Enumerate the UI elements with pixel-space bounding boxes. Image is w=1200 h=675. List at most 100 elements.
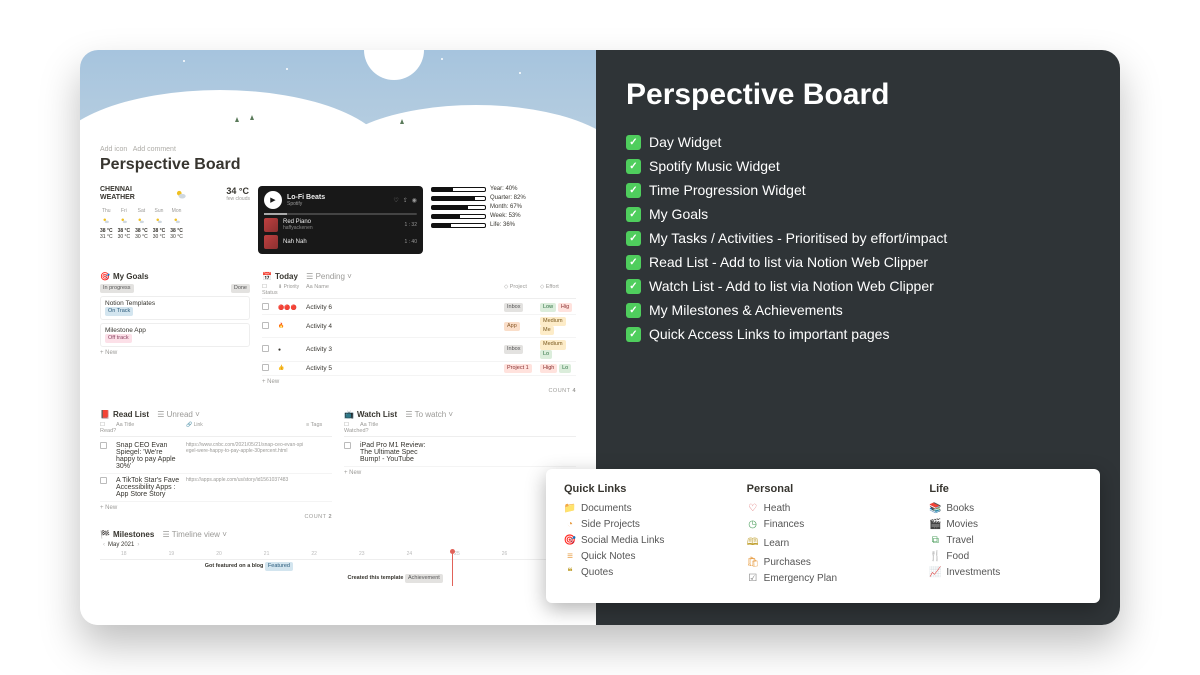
promo-heading: Perspective Board bbox=[626, 78, 1090, 112]
feature-item: ✓Time Progression Widget bbox=[626, 182, 1090, 198]
quicklinks-heading: Life bbox=[929, 483, 1082, 495]
link-icon: ◔ bbox=[564, 519, 576, 530]
feature-item: ✓Quick Access Links to important pages bbox=[626, 326, 1090, 342]
link-icon: 🕮 bbox=[747, 535, 759, 552]
quicklink-item[interactable]: ♡ Heath bbox=[747, 503, 900, 514]
today-marker bbox=[452, 552, 453, 586]
weather-day: Fri 38 °C30 °C bbox=[118, 208, 131, 240]
check-icon: ✓ bbox=[626, 303, 641, 318]
goals-list: Notion Templates On Track Milestone App … bbox=[100, 296, 250, 347]
goal-card[interactable]: Milestone App Off track bbox=[100, 323, 250, 347]
spotify-widget[interactable]: ▶ Lo-Fi Beats Spotify ♡ ⇪ ◉ Red bbox=[258, 186, 423, 254]
add-read[interactable]: + New bbox=[100, 505, 332, 511]
table-row[interactable]: 🔥 Activity 4 App Medium Me bbox=[262, 315, 576, 338]
quicklink-item[interactable]: ◔ Side Projects bbox=[564, 519, 717, 530]
link-icon: 🎬 bbox=[929, 519, 941, 530]
weather-day: Mon 38 °C30 °C bbox=[170, 208, 183, 240]
link-icon: ♡ bbox=[747, 503, 759, 514]
progress-row: Quarter: 82% bbox=[431, 195, 576, 201]
timeline-item[interactable]: Got featured on a blog Featured bbox=[205, 562, 293, 571]
quicklinks-popover: Quick Links 📁 Documents ◔ Side Projects … bbox=[546, 469, 1100, 603]
page-title: Perspective Board bbox=[100, 156, 576, 174]
check-icon: ✓ bbox=[626, 255, 641, 270]
add-goal[interactable]: + New bbox=[100, 350, 250, 356]
quicklinks-heading: Quick Links bbox=[564, 483, 717, 495]
progress-row: Year: 40% bbox=[431, 186, 576, 192]
quicklink-item[interactable]: 🎬 Movies bbox=[929, 519, 1082, 530]
check-icon: ✓ bbox=[626, 279, 641, 294]
quicklinks-column: Life 📚 Books 🎬 Movies ⧉ Travel 🍴 Food 📈 … bbox=[929, 483, 1082, 589]
check-icon: ✓ bbox=[626, 159, 641, 174]
table-row[interactable]: A TikTok Star's Fave Accessibility Apps … bbox=[100, 474, 332, 502]
link-icon: ≡ bbox=[564, 551, 576, 562]
book-icon: 📕 bbox=[100, 410, 110, 419]
checkbox[interactable] bbox=[262, 303, 269, 310]
read-list-section: 📕Read List ☰ Unread ˅ ☐ Read? Aa Title 🔗… bbox=[100, 406, 332, 520]
check-icon: ✓ bbox=[626, 327, 641, 342]
quicklink-item[interactable]: ≡ Quick Notes bbox=[564, 551, 717, 562]
checkbox[interactable] bbox=[262, 322, 269, 329]
milestones-section: 🏁Milestones ☰ Timeline view ˅ ‹May 2021›… bbox=[100, 530, 576, 586]
progress-bar[interactable] bbox=[264, 213, 417, 215]
tv-icon: 📺 bbox=[344, 410, 354, 419]
checkbox[interactable] bbox=[262, 345, 269, 352]
feature-item: ✓My Tasks / Activities - Prioritised by … bbox=[626, 230, 1090, 246]
feature-item: ✓My Goals bbox=[626, 206, 1090, 222]
table-row[interactable]: 🔴🔴🔴 Activity 6 Inbox Low Hig bbox=[262, 301, 576, 315]
quicklink-item[interactable]: 📈 Investments bbox=[929, 567, 1082, 578]
quicklink-item[interactable]: 📁 Documents bbox=[564, 503, 717, 514]
play-icon[interactable]: ▶ bbox=[264, 191, 282, 209]
spotify-tracks: Red Pianohaffyackenen 1 : 32 Nah Nah 1 :… bbox=[264, 218, 417, 249]
feature-item: ✓Day Widget bbox=[626, 134, 1090, 150]
quicklink-item[interactable]: ◷ Finances bbox=[747, 519, 900, 530]
quicklink-item[interactable]: ☑ Emergency Plan bbox=[747, 573, 900, 584]
link-icon: 🛍 bbox=[747, 557, 759, 568]
timeline-month[interactable]: ‹May 2021› bbox=[100, 542, 576, 548]
quicklink-item[interactable]: 🛍 Purchases bbox=[747, 557, 900, 568]
table-row[interactable]: Snap CEO Evan Spiegel: 'We're happy to p… bbox=[100, 439, 332, 474]
album-art-icon bbox=[264, 218, 278, 232]
checkbox[interactable] bbox=[100, 477, 107, 484]
feature-item: ✓Read List - Add to list via Notion Web … bbox=[626, 254, 1090, 270]
cover-image bbox=[80, 50, 596, 140]
quicklink-item[interactable]: ⧉ Travel bbox=[929, 535, 1082, 546]
today-section: 📅Today ☰ Pending ˅ ☐ Status ⬇ Priority A… bbox=[262, 268, 576, 394]
timeline-item[interactable]: Created this template Achievement bbox=[348, 574, 443, 583]
link-icon: ⧉ bbox=[929, 535, 941, 546]
goal-card[interactable]: Notion Templates On Track bbox=[100, 296, 250, 320]
spotify-track[interactable]: Red Pianohaffyackenen 1 : 32 bbox=[264, 218, 417, 232]
link-icon: 📁 bbox=[564, 503, 576, 514]
quicklink-item[interactable]: 🍴 Food bbox=[929, 551, 1082, 562]
quicklink-item[interactable]: ❝ Quotes bbox=[564, 567, 717, 578]
progress-row: Month: 67% bbox=[431, 204, 576, 210]
quicklink-item[interactable]: 🎯 Social Media Links bbox=[564, 535, 717, 546]
weather-day: Sun 38 °C30 °C bbox=[153, 208, 166, 240]
weather-day: Thu 38 °C31 °C bbox=[100, 208, 113, 240]
link-icon: 📚 bbox=[929, 503, 941, 514]
table-row[interactable]: iPad Pro M1 Review: The Ultimate Spec Bu… bbox=[344, 439, 576, 467]
table-row[interactable]: ● Activity 3 Inbox Medium Lo bbox=[262, 338, 576, 361]
spotify-icon[interactable]: ◉ bbox=[412, 197, 417, 204]
watch-list-section: 📺Watch List ☰ To watch ˅ ☐ Watched? Aa T… bbox=[344, 406, 576, 520]
quicklink-item[interactable]: 📚 Books bbox=[929, 503, 1082, 514]
add-task[interactable]: + New bbox=[262, 379, 576, 385]
share-icon[interactable]: ⇪ bbox=[403, 197, 408, 204]
link-icon: ◷ bbox=[747, 519, 759, 530]
add-watch[interactable]: + New bbox=[344, 470, 576, 476]
like-icon[interactable]: ♡ bbox=[393, 197, 398, 204]
quicklinks-column: Personal ♡ Heath ◷ Finances 🕮 Learn 🛍 Pu… bbox=[747, 483, 900, 589]
weather-widget: CHENNAI WEATHER 34 °C few clouds Thu 38 … bbox=[100, 186, 250, 240]
checkbox[interactable] bbox=[100, 442, 107, 449]
feature-item: ✓My Milestones & Achievements bbox=[626, 302, 1090, 318]
target-icon: 🎯 bbox=[100, 272, 110, 281]
quicklink-item[interactable]: 🕮 Learn bbox=[747, 535, 900, 552]
checkbox[interactable] bbox=[344, 442, 351, 449]
timeline-dates: 18192021222324252627 bbox=[100, 551, 576, 560]
flag-icon: 🏁 bbox=[100, 530, 110, 539]
quicklinks-heading: Personal bbox=[747, 483, 900, 495]
checkbox[interactable] bbox=[262, 364, 269, 371]
page-actions[interactable]: Add icon Add comment bbox=[100, 146, 576, 153]
spotify-track[interactable]: Nah Nah 1 : 40 bbox=[264, 235, 417, 249]
promo-card: Add icon Add comment Perspective Board C… bbox=[80, 50, 1120, 625]
table-row[interactable]: 👍 Activity 5 Project 1 High Lo bbox=[262, 362, 576, 376]
